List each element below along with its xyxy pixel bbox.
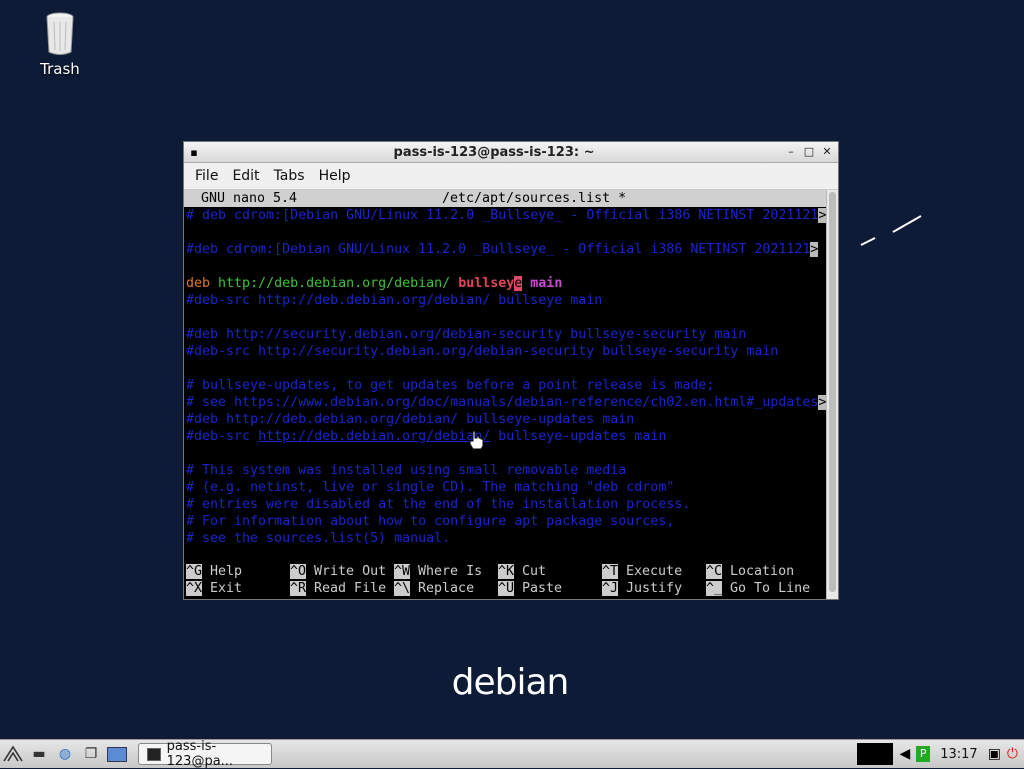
editor-line: # entries were disabled at the end of th…	[186, 497, 691, 512]
taskbar: ▬ ◍ ❐ pass-is-123@pa... ◀ P 13:17 ▣ ⏻	[0, 739, 1024, 769]
maximize-button[interactable]: □	[802, 145, 816, 159]
editor-line: #deb-src http://security.debian.org/debi…	[186, 344, 779, 359]
shortcut-paste: ^U Paste	[498, 581, 563, 596]
menu-edit[interactable]: Edit	[225, 168, 266, 184]
menu-bar: File Edit Tabs Help	[184, 163, 838, 190]
editor-line: #deb http://security.debian.org/debian-s…	[186, 327, 747, 342]
terminal-icon	[147, 747, 161, 761]
menu-help[interactable]: Help	[312, 168, 358, 184]
show-desktop-button[interactable]: ❐	[78, 742, 104, 766]
nano-header: GNU nano 5.4 /etc/apt/sources.list *	[184, 190, 826, 207]
shortcut-execute: ^T Execute	[602, 564, 683, 579]
lock-screen-icon[interactable]: ▣	[988, 746, 1001, 762]
task-label: pass-is-123@pa...	[166, 739, 234, 769]
windows-icon: ❐	[84, 746, 98, 762]
shortcut-location: ^C Location	[706, 564, 795, 579]
close-button[interactable]: ✕	[820, 145, 834, 159]
volume-icon[interactable]: ◀	[899, 746, 910, 762]
terminal-window[interactable]: ▪ pass-is-123@pass-is-123: ~ – □ ✕ File …	[183, 141, 839, 600]
clock[interactable]: 13:17	[936, 747, 981, 762]
hovered-link[interactable]: http://deb.debian.org/debian/	[258, 429, 490, 444]
menu-tabs[interactable]: Tabs	[267, 168, 312, 184]
debian-logo: debian	[451, 662, 570, 703]
editor-line: # see https://www.debian.org/doc/manuals…	[186, 395, 827, 410]
editor-line: #deb-src http://deb.debian.org/debian/ b…	[186, 293, 603, 308]
system-tray: ◀ P 13:17 ▣ ⏻	[857, 743, 1024, 765]
editor-line-active: deb http://deb.debian.org/debian/ bullse…	[186, 276, 563, 291]
terminal-scrollbar[interactable]	[826, 190, 838, 599]
window-title: pass-is-123@pass-is-123: ~	[393, 144, 595, 160]
scrollbar-thumb[interactable]	[829, 192, 836, 592]
trash-label: Trash	[40, 60, 80, 78]
shortcut-exit: ^X Exit	[186, 581, 243, 596]
app-menu-button[interactable]	[0, 742, 26, 766]
shortcut-replace: ^\ Replace	[394, 581, 475, 596]
editor-line: # For information about how to configure…	[186, 514, 675, 529]
taskbar-task-terminal[interactable]: pass-is-123@pa...	[138, 739, 272, 769]
editor-line: # This system was installed using small …	[186, 463, 627, 478]
web-browser-button[interactable]: ◍	[52, 742, 78, 766]
terminal-content[interactable]: GNU nano 5.4 /etc/apt/sources.list * # d…	[184, 190, 827, 599]
editor-line: # bullseye-updates, to get updates befor…	[186, 378, 715, 393]
shortcut-justify: ^J Justify	[602, 581, 683, 596]
power-icon[interactable]: ⏻	[1007, 746, 1018, 762]
shortcut-cut: ^K Cut	[498, 564, 547, 579]
folder-icon: ▬	[32, 746, 46, 762]
terminal-window-icon: ▪	[190, 145, 198, 159]
trash-icon	[46, 12, 74, 55]
start-menu-icon	[3, 745, 23, 762]
shortcut-write-out: ^O Write Out	[290, 564, 387, 579]
hand-cursor-icon	[469, 430, 484, 450]
editor-line: #deb-src http://deb.debian.org/debian/ b…	[186, 429, 667, 444]
text-cursor: e	[514, 276, 523, 291]
nano-version: GNU nano 5.4	[201, 191, 298, 206]
shortcut-where-is: ^W Where Is	[394, 564, 483, 579]
shortcut-read-file: ^R Read File	[290, 581, 387, 596]
workspace-icon	[107, 746, 127, 762]
editor-line: # deb cdrom:[Debian GNU/Linux 11.2.0 _Bu…	[186, 208, 827, 223]
editor-line: #deb http://deb.debian.org/debian/ bulls…	[186, 412, 635, 427]
nano-filename: /etc/apt/sources.list *	[442, 191, 627, 206]
cpu-monitor	[857, 743, 894, 765]
shortcut-go-to-line: ^_ Go To Line	[706, 581, 811, 596]
trash-desktop-icon[interactable]: Trash	[30, 12, 90, 78]
globe-icon: ◍	[58, 746, 72, 762]
editor-line: # (e.g. netinst, live or single CD). The…	[186, 480, 675, 495]
menu-file[interactable]: File	[188, 168, 225, 184]
shortcut-help: ^G Help	[186, 564, 243, 579]
window-titlebar[interactable]: ▪ pass-is-123@pass-is-123: ~ – □ ✕	[184, 142, 838, 163]
clipboard-icon[interactable]: P	[916, 746, 931, 762]
editor-line: #deb cdrom:[Debian GNU/Linux 11.2.0 _Bul…	[186, 242, 819, 257]
wallpaper-decoration	[860, 215, 922, 246]
file-manager-button[interactable]: ▬	[26, 742, 52, 766]
editor-line: # see the sources.list(5) manual.	[186, 531, 451, 546]
minimize-button[interactable]: –	[784, 145, 798, 159]
workspace-switcher[interactable]	[104, 742, 130, 766]
